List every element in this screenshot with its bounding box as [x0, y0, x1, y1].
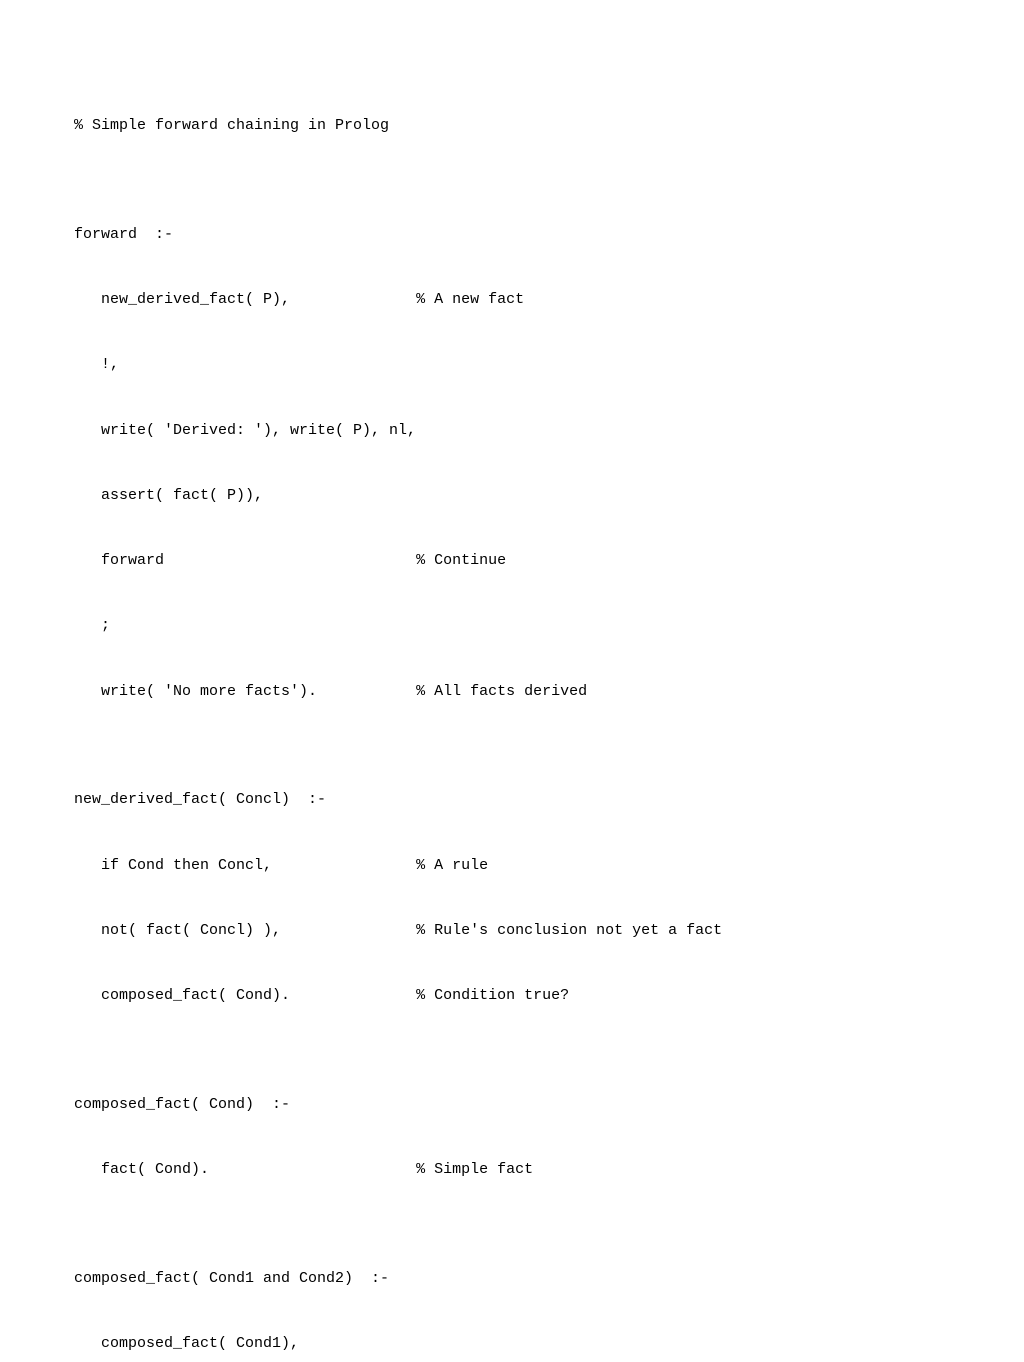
code-text: new_derived_fact( Concl) :- — [74, 789, 326, 811]
code-text: fact( Cond). — [74, 1159, 416, 1181]
code-line: if Cond then Concl, % A rule — [74, 855, 994, 877]
code-text: % Simple forward chaining in Prolog — [74, 115, 389, 137]
code-comment: % Rule's conclusion not yet a fact — [416, 920, 722, 942]
code-comment: % A new fact — [416, 289, 524, 311]
code-line: new_derived_fact( P), % A new fact — [74, 289, 994, 311]
code-line: composed_fact( Cond1), — [74, 1333, 994, 1355]
code-text: write( 'No more facts'). — [74, 681, 416, 703]
code-line: composed_fact( Cond) :- — [74, 1094, 994, 1116]
code-comment: % Continue — [416, 550, 506, 572]
code-comment: % Simple fact — [416, 1159, 533, 1181]
code-line: !, — [74, 354, 994, 376]
code-line: write( 'No more facts'). % All facts der… — [74, 681, 994, 703]
code-line: new_derived_fact( Concl) :- — [74, 789, 994, 811]
code-line: write( 'Derived: '), write( P), nl, — [74, 420, 994, 442]
code-text: forward :- — [74, 224, 173, 246]
code-line: composed_fact( Cond). % Condition true? — [74, 985, 994, 1007]
code-line: % Simple forward chaining in Prolog — [74, 115, 994, 137]
code-text: composed_fact( Cond1), — [74, 1333, 299, 1355]
code-comment: % All facts derived — [416, 681, 587, 703]
code-line: assert( fact( P)), — [74, 485, 994, 507]
code-text: write( 'Derived: '), write( P), nl, — [74, 420, 416, 442]
code-text: not( fact( Concl) ), — [74, 920, 416, 942]
code-line: not( fact( Concl) ), % Rule's conclusion… — [74, 920, 994, 942]
code-text: composed_fact( Cond). — [74, 985, 416, 1007]
code-text: !, — [74, 354, 119, 376]
code-line: fact( Cond). % Simple fact — [74, 1159, 994, 1181]
code-line: forward % Continue — [74, 550, 994, 572]
code-text: new_derived_fact( P), — [74, 289, 416, 311]
code-text: if Cond then Concl, — [74, 855, 416, 877]
code-comment: % A rule — [416, 855, 488, 877]
code-line: composed_fact( Cond1 and Cond2) :- — [74, 1268, 994, 1290]
code-comment: % Condition true? — [416, 985, 569, 1007]
code-text: assert( fact( P)), — [74, 485, 263, 507]
code-text: composed_fact( Cond) :- — [74, 1094, 290, 1116]
code-text: forward — [74, 550, 416, 572]
code-text: ; — [74, 615, 110, 637]
prolog-code-block: % Simple forward chaining in Prolog forw… — [74, 72, 994, 1362]
code-page: % Simple forward chaining in Prolog forw… — [0, 0, 1024, 681]
code-line: forward :- — [74, 224, 994, 246]
code-text: composed_fact( Cond1 and Cond2) :- — [74, 1268, 389, 1290]
code-line: ; — [74, 615, 994, 637]
